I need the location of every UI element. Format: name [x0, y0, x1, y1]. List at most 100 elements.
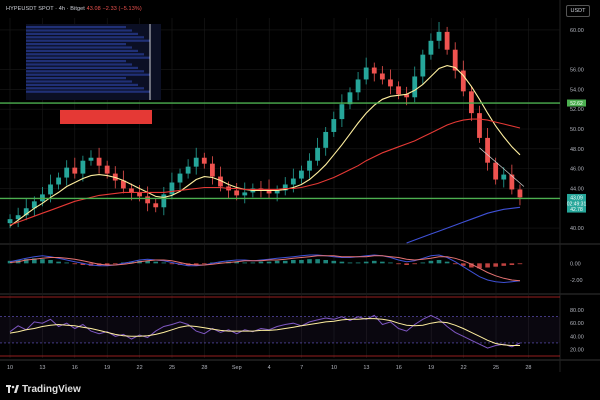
- x-tick-label: 13: [363, 365, 369, 371]
- candle-body: [185, 166, 191, 174]
- candle-body: [201, 157, 207, 164]
- inset-heat-band: [26, 83, 138, 86]
- macd-histogram-bar: [404, 263, 409, 265]
- macd-histogram-bar: [388, 262, 393, 264]
- macd-histogram-bar: [250, 262, 256, 264]
- macd-histogram-bar: [64, 262, 70, 264]
- macd-histogram-bar: [258, 261, 264, 264]
- inset-volume-block: [60, 110, 152, 124]
- macd-histogram-bar: [266, 261, 272, 264]
- macd-line: [9, 254, 521, 284]
- macd-histogram-bar: [493, 263, 498, 267]
- y-tick-label: 40.00: [570, 226, 584, 232]
- macd-histogram-bar: [436, 260, 442, 264]
- tradingview-logo: TradingView: [6, 384, 81, 395]
- macd-histogram-bar: [169, 263, 175, 265]
- candle-body: [193, 157, 199, 167]
- candle-body: [493, 162, 499, 180]
- candle-body: [299, 170, 304, 179]
- y-tick-label: 50.00: [570, 127, 584, 133]
- x-tick-label: 7: [300, 365, 303, 371]
- y-tick-label: 46.00: [570, 167, 584, 173]
- macd-histogram-bar: [291, 260, 296, 264]
- macd-histogram-bar: [48, 260, 53, 264]
- candle-body: [161, 194, 167, 208]
- macd-histogram-bar: [355, 262, 361, 264]
- candle-body: [444, 31, 450, 50]
- inset-heat-band: [26, 87, 144, 90]
- inset-heat-band: [26, 43, 126, 46]
- candle-body: [339, 104, 345, 120]
- x-tick-label: Sep: [232, 365, 242, 371]
- candle-body: [420, 54, 426, 77]
- candle-body: [331, 119, 337, 132]
- macd-histogram-bar: [412, 263, 418, 265]
- candle-body: [485, 137, 490, 163]
- macd-histogram-bar: [153, 261, 159, 264]
- x-tick-label: 22: [461, 365, 467, 371]
- symbol-header: HYPEUSDT SPOT · 4h · Bitget 43.08 −2.33 …: [6, 6, 142, 12]
- macd-histogram-bar: [517, 263, 523, 265]
- candle-body: [177, 173, 183, 183]
- chart-root: 10 13 16 19 22 25 28 Sep 4 7 10 13 16 19 22 25 28 60.00 56…: [0, 0, 600, 400]
- inset-heat-band: [26, 63, 132, 66]
- macd-histogram-bar: [428, 260, 434, 264]
- candle-body: [428, 40, 434, 55]
- y-tick-label: 54.00: [570, 87, 584, 93]
- macd-histogram-bar: [485, 263, 490, 268]
- macd-histogram-bar: [347, 262, 353, 264]
- x-tick-label: 16: [72, 365, 78, 371]
- candle-body: [72, 167, 78, 174]
- macd-histogram-bar: [56, 261, 61, 264]
- x-tick-label: 25: [493, 365, 499, 371]
- ma_slow-line: [406, 206, 521, 244]
- price-change: −2.33 (−5.13%): [102, 6, 142, 12]
- candle-body: [137, 192, 142, 197]
- inset-heat-band: [26, 80, 132, 83]
- currency-button[interactable]: USDT: [566, 5, 590, 17]
- x-tick-label: 28: [525, 365, 531, 371]
- inset-heat-band: [26, 73, 150, 76]
- inset-heat-band: [26, 60, 126, 63]
- macd-histogram-bar: [282, 260, 288, 264]
- macd-histogram-bar: [242, 262, 248, 264]
- candle-body: [290, 178, 296, 185]
- x-tick-label: 13: [39, 365, 45, 371]
- candle-body: [315, 147, 321, 161]
- macd-histogram-bar: [72, 263, 78, 265]
- macd-histogram-bar: [501, 263, 507, 266]
- candle-body: [80, 160, 86, 174]
- macd-histogram-bar: [509, 263, 515, 265]
- macd-histogram-bar: [396, 263, 401, 265]
- macd-histogram-bar: [315, 259, 320, 264]
- macd-histogram-bar: [444, 261, 450, 264]
- inset-heat-band: [26, 53, 144, 56]
- candle-body: [242, 192, 248, 196]
- candle-body: [307, 160, 312, 171]
- inset-heat-band: [26, 90, 150, 93]
- candle-body: [517, 189, 523, 198]
- inset-heat-band: [26, 66, 138, 69]
- candle-body: [234, 190, 240, 196]
- candle-body: [477, 113, 482, 138]
- candle-body: [501, 174, 507, 180]
- inset-heat-band: [26, 56, 150, 59]
- x-tick-label: 19: [104, 365, 110, 371]
- branding-label: TradingView: [22, 384, 81, 395]
- y-tick-label: 44.00: [570, 186, 584, 192]
- y-tick-label: 56.00: [570, 68, 584, 74]
- candle-body: [64, 167, 70, 178]
- candle-body: [96, 157, 102, 166]
- candle-body: [363, 67, 369, 80]
- macd-histogram-bar: [201, 263, 207, 265]
- candle-body: [379, 73, 385, 80]
- y-tick-label: 48.00: [570, 147, 584, 153]
- candle-body: [7, 219, 13, 224]
- candle-body: [396, 86, 401, 95]
- candle-body: [371, 67, 377, 74]
- price-axis-badge-label: 42.78: [570, 207, 583, 213]
- y-tick-label: 60.00: [570, 321, 584, 327]
- chart-canvas: 10 13 16 19 22 25 28 Sep 4 7 10 13 16 19 22 25 28 60.00 56…: [0, 0, 600, 372]
- inset-heat-band: [26, 32, 138, 35]
- price-axis-badge-label: 52.62: [570, 101, 583, 107]
